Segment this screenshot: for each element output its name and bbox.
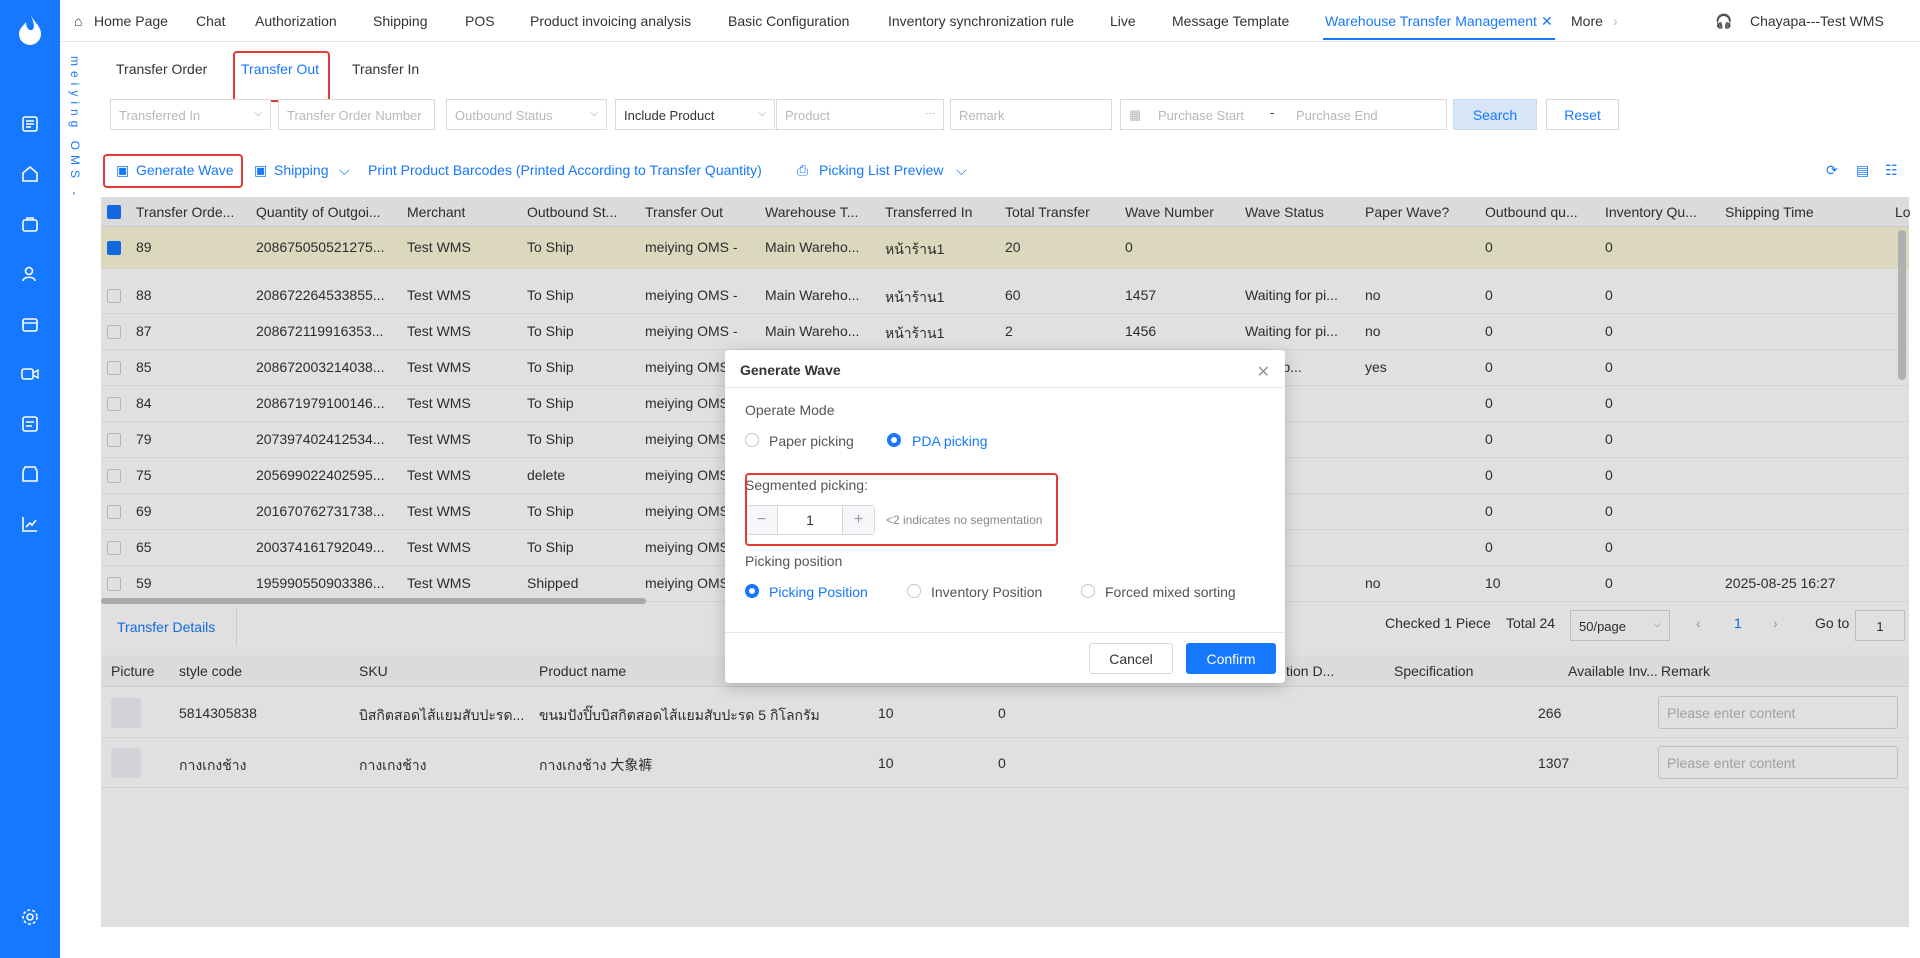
close-icon[interactable]: ✕ (1257, 362, 1270, 382)
tab-transfer-order[interactable]: Transfer Order (116, 61, 207, 77)
divider (725, 632, 1285, 633)
chevron-down-icon: ⌵ (758, 108, 766, 119)
transferred-in-select[interactable]: Transferred In ⌵ (110, 99, 271, 130)
radio-forced-mixed[interactable] (1081, 584, 1095, 598)
nav-pos[interactable]: POS (465, 13, 495, 29)
export-icon[interactable]: ▤ (1856, 162, 1869, 179)
picking-list-preview-button[interactable]: Picking List Preview (819, 162, 944, 178)
video-icon[interactable] (18, 362, 42, 386)
transfer-order-number-input[interactable]: Transfer Order Number (278, 99, 435, 130)
chart-icon[interactable] (18, 512, 42, 536)
purchase-date-range[interactable]: ▦ Purchase Start - Purchase End (1120, 99, 1447, 130)
chevron-down-icon[interactable]: ⌵ (339, 162, 350, 179)
print-icon[interactable]: ⎙ (797, 162, 808, 179)
nav-message-template[interactable]: Message Template (1172, 13, 1289, 29)
chevron-down-icon: ⌵ (590, 108, 598, 119)
active-tab-underline (1323, 38, 1555, 40)
purchase-end: Purchase End (1296, 108, 1378, 123)
settings-gear-icon[interactable] (18, 905, 42, 929)
chevron-down-icon[interactable]: ⌵ (956, 162, 967, 179)
app-logo-icon (19, 14, 41, 45)
columns-icon[interactable]: ☷ (1885, 162, 1898, 179)
report-icon[interactable] (18, 412, 42, 436)
shop-icon[interactable] (18, 462, 42, 486)
nav-live[interactable]: Live (1110, 13, 1136, 29)
include-product-select[interactable]: Include Product ⌵ (615, 99, 775, 130)
nav-inventory-sync[interactable]: Inventory synchronization rule (888, 13, 1074, 29)
confirm-button[interactable]: Confirm (1186, 643, 1276, 674)
nav-more[interactable]: More (1571, 13, 1603, 29)
left-rail (0, 0, 60, 958)
radio-paper-picking[interactable] (745, 433, 759, 447)
highlight-segmented (745, 473, 1058, 546)
close-tab-icon[interactable]: ✕ (1541, 13, 1553, 30)
more-icon: ··· (925, 108, 935, 119)
shipping-button[interactable]: Shipping (274, 162, 329, 178)
chevron-down-icon: ⌵ (254, 108, 262, 119)
highlight-generate-wave (103, 154, 243, 188)
bag-icon[interactable] (18, 212, 42, 236)
nav-home-page[interactable]: Home Page (94, 13, 168, 29)
nav-shipping[interactable]: Shipping (373, 13, 428, 29)
product-input[interactable]: Product ··· (776, 99, 944, 130)
nav-basic-config[interactable]: Basic Configuration (728, 13, 849, 29)
search-button[interactable]: Search (1453, 99, 1537, 130)
user-settings-icon[interactable] (18, 262, 42, 286)
store-icon[interactable] (18, 312, 42, 336)
shipping-icon[interactable]: ▣ (254, 162, 267, 179)
nav-chat[interactable]: Chat (196, 13, 226, 29)
nav-authorization[interactable]: Authorization (255, 13, 337, 29)
radio-pda-picking[interactable] (887, 433, 901, 447)
highlight-transfer-out (233, 51, 330, 102)
pda-picking-label[interactable]: PDA picking (912, 433, 987, 449)
calendar-icon: ▦ (1129, 107, 1142, 122)
store-label-strip: meiying OMS - (60, 40, 91, 958)
print-barcodes-button[interactable]: Print Product Barcodes (Printed Accordin… (368, 162, 762, 178)
tab-transfer-in[interactable]: Transfer In (352, 61, 419, 77)
forced-mixed-option[interactable]: Forced mixed sorting (1105, 584, 1236, 600)
purchase-start: Purchase Start (1158, 108, 1244, 123)
top-nav: ⌂ Home Page Chat Authorization Shipping … (60, 0, 1920, 42)
range-separator: - (1270, 105, 1275, 120)
document-icon[interactable] (18, 112, 42, 136)
operate-mode-label: Operate Mode (745, 402, 835, 418)
divider (725, 387, 1285, 388)
paper-picking-label[interactable]: Paper picking (769, 433, 854, 449)
remark-input[interactable]: Remark (950, 99, 1112, 130)
outbound-status-select[interactable]: Outbound Status ⌵ (446, 99, 607, 130)
home-nav-icon[interactable]: ⌂ (74, 13, 82, 29)
headset-icon[interactable]: 🎧 (1715, 13, 1732, 30)
user-name[interactable]: Chayapa---Test WMS (1750, 13, 1884, 29)
radio-picking-position[interactable] (745, 584, 759, 598)
home-icon[interactable] (18, 162, 42, 186)
picking-position-label: Picking position (745, 553, 843, 569)
reset-button[interactable]: Reset (1546, 99, 1619, 130)
nav-product-invoicing[interactable]: Product invoicing analysis (530, 13, 691, 29)
refresh-icon[interactable]: ⟳ (1826, 162, 1838, 179)
chevron-right-icon[interactable]: › (1613, 13, 1618, 29)
inventory-position-option[interactable]: Inventory Position (931, 584, 1042, 600)
nav-warehouse-transfer[interactable]: Warehouse Transfer Management (1325, 13, 1537, 29)
cancel-button[interactable]: Cancel (1089, 643, 1173, 674)
picking-position-option[interactable]: Picking Position (769, 584, 868, 600)
radio-inventory-position[interactable] (907, 584, 921, 598)
generate-wave-dialog: Generate Wave ✕ Operate Mode Paper picki… (725, 350, 1285, 683)
dialog-title: Generate Wave (740, 362, 841, 378)
store-label: meiying OMS - (68, 56, 82, 201)
